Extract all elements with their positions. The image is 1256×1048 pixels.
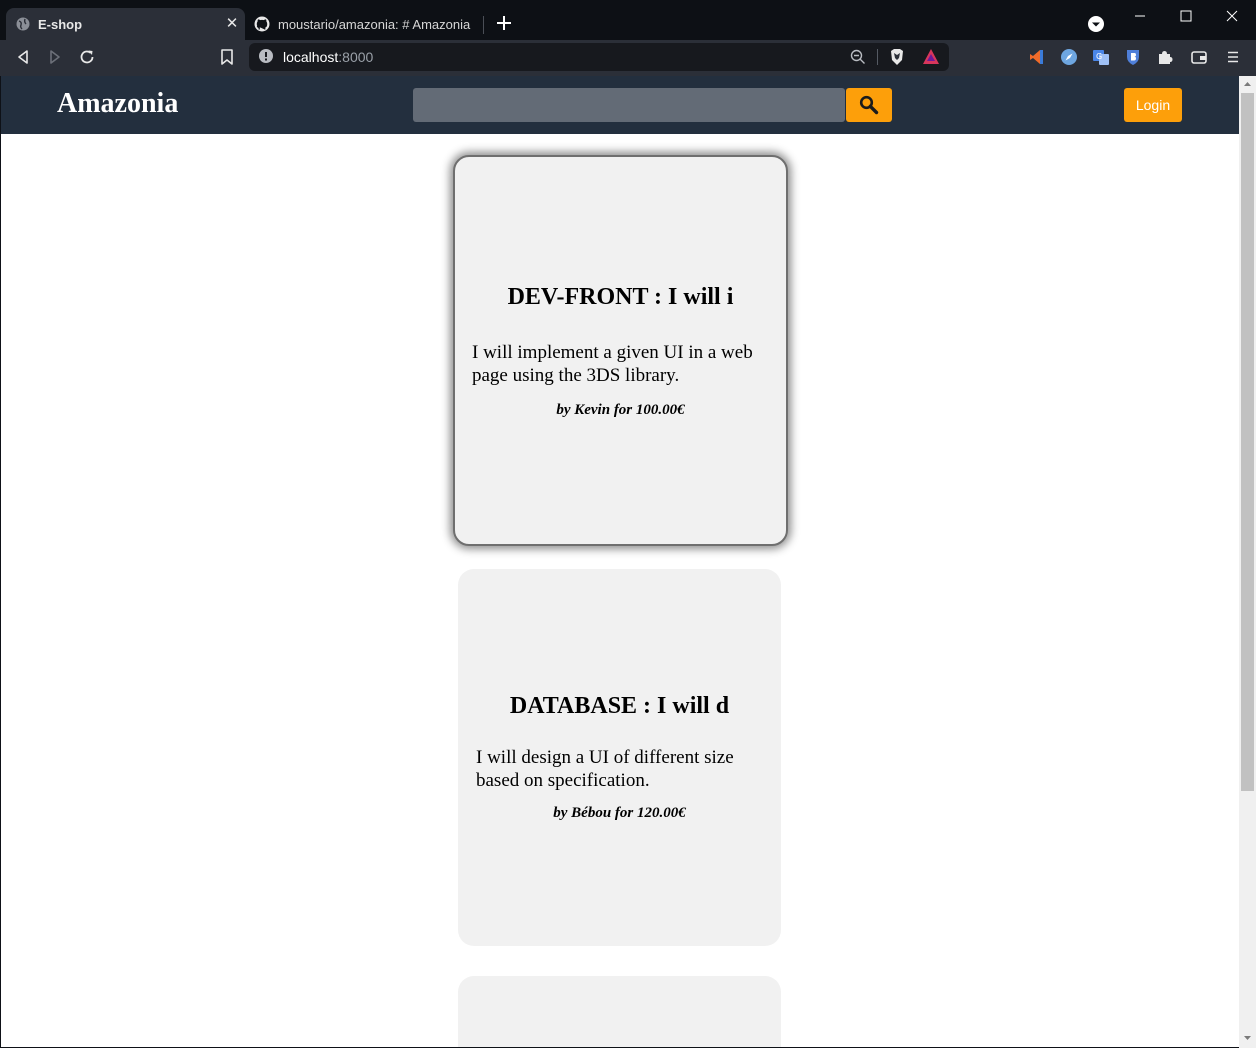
zoom-out-icon[interactable] — [849, 48, 867, 66]
tab-divider — [483, 16, 484, 34]
back-icon[interactable] — [13, 47, 33, 67]
brand-logo[interactable]: Amazonia — [57, 88, 178, 120]
card-author-price: by Kevin for 100.00€ — [556, 402, 685, 418]
wallet-icon[interactable] — [1189, 47, 1209, 67]
service-card[interactable]: DATABASE : I will d I will design a UI o… — [458, 569, 781, 946]
search-input[interactable] — [413, 88, 845, 122]
address-divider — [877, 49, 878, 65]
url-text: localhost:8000 — [283, 49, 374, 65]
site-info-icon[interactable] — [258, 48, 274, 64]
tab-title: moustario/amazonia: # Amazonia — [278, 16, 471, 32]
tab-search-icon[interactable] — [1087, 15, 1105, 33]
bookmark-icon[interactable] — [217, 47, 237, 67]
close-window-icon[interactable] — [1222, 6, 1242, 26]
scroll-up-arrow-icon[interactable] — [1242, 80, 1253, 88]
reload-icon[interactable] — [77, 47, 97, 67]
brave-shields-icon[interactable] — [887, 47, 907, 67]
card-title: DATABASE : I will d — [509, 693, 730, 719]
minimize-icon[interactable] — [1130, 6, 1150, 26]
scrollbar-thumb[interactable] — [1241, 93, 1254, 791]
search-button[interactable] — [846, 88, 892, 122]
search-icon — [859, 95, 879, 115]
extensions-puzzle-icon[interactable] — [1155, 47, 1175, 67]
extension-compass-icon[interactable] — [1059, 47, 1079, 67]
svg-text:G: G — [1096, 52, 1102, 61]
card-author-price: by Bébou for 120.00€ — [553, 805, 686, 821]
menu-icon[interactable] — [1223, 47, 1243, 67]
forward-icon[interactable] — [45, 47, 65, 67]
scroll-down-arrow-icon[interactable] — [1242, 1034, 1253, 1042]
brave-rewards-icon[interactable] — [921, 47, 941, 67]
maximize-icon[interactable] — [1176, 6, 1196, 26]
card-description: I will implement a given UI in a web pag… — [472, 342, 753, 386]
close-tab-icon[interactable]: ✕ — [223, 15, 241, 33]
tab-eshop[interactable]: E-shop ✕ — [6, 8, 245, 40]
extension-one-icon[interactable] — [1027, 47, 1047, 67]
github-icon — [254, 16, 270, 32]
service-card[interactable]: DEV-FRONT : I will i I will implement a … — [453, 155, 788, 546]
tab-title: E-shop — [38, 16, 83, 32]
bitwarden-icon[interactable] — [1123, 47, 1143, 67]
card-title: DEV-FRONT : I will i — [507, 284, 734, 310]
translate-icon[interactable]: G — [1091, 47, 1111, 67]
site-navbar: Amazonia Login — [1, 76, 1239, 134]
globe-icon — [16, 17, 30, 31]
new-tab-icon[interactable] — [494, 13, 514, 33]
tab-github[interactable]: moustario/amazonia: # Amazonia — [248, 8, 484, 40]
page-viewport: Amazonia Login DEV-FRONT : I will i I wi… — [1, 76, 1239, 1047]
login-button[interactable]: Login — [1124, 88, 1182, 122]
service-card[interactable] — [458, 976, 781, 1047]
card-description: I will design a UI of different size bas… — [476, 747, 734, 791]
